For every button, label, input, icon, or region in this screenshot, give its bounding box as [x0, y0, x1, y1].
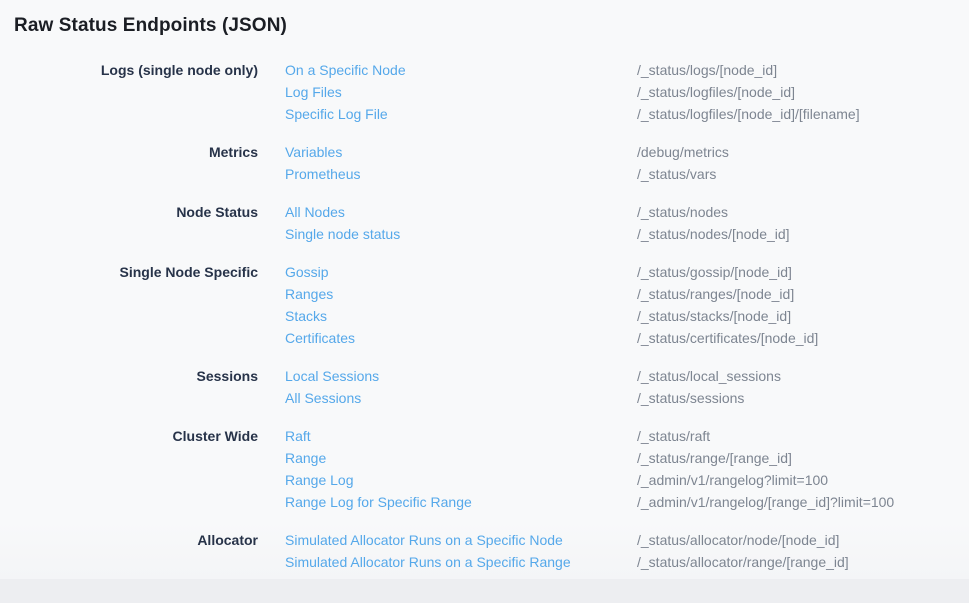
endpoint-link[interactable]: Prometheus — [285, 163, 610, 185]
group-links: All NodesSingle node status — [258, 201, 610, 245]
endpoint-link[interactable]: Simulated Allocator Runs on a Specific R… — [285, 551, 610, 573]
endpoint-link[interactable]: Range — [285, 447, 610, 469]
group-links: RaftRangeRange LogRange Log for Specific… — [258, 425, 610, 513]
raw-status-endpoints-section: Raw Status Endpoints (JSON) Logs (single… — [0, 0, 969, 579]
endpoint-link[interactable]: Raft — [285, 425, 610, 447]
endpoint-path: /_status/raft — [637, 425, 969, 447]
endpoint-path: /_status/certificates/[node_id] — [637, 327, 969, 349]
endpoint-path: /_status/gossip/[node_id] — [637, 261, 969, 283]
endpoint-group: Metrics VariablesPrometheus /debug/metri… — [0, 141, 969, 185]
endpoint-path: /_status/logfiles/[node_id]/[filename] — [637, 103, 969, 125]
group-label: Metrics — [0, 141, 258, 185]
endpoint-link[interactable]: Range Log for Specific Range — [285, 491, 610, 513]
endpoint-path: /_status/local_sessions — [637, 365, 969, 387]
endpoint-group: Allocator Simulated Allocator Runs on a … — [0, 529, 969, 573]
endpoint-group: Cluster Wide RaftRangeRange LogRange Log… — [0, 425, 969, 513]
endpoint-path: /_status/nodes — [637, 201, 969, 223]
endpoint-path: /_status/nodes/[node_id] — [637, 223, 969, 245]
group-links: Simulated Allocator Runs on a Specific N… — [258, 529, 610, 573]
endpoint-path: /_status/range/[range_id] — [637, 447, 969, 469]
page-title: Raw Status Endpoints (JSON) — [14, 14, 969, 38]
endpoint-path: /_admin/v1/rangelog?limit=100 — [637, 469, 969, 491]
endpoint-link[interactable]: All Nodes — [285, 201, 610, 223]
endpoint-link[interactable]: Certificates — [285, 327, 610, 349]
endpoint-group: Logs (single node only) On a Specific No… — [0, 59, 969, 125]
endpoint-path: /_status/vars — [637, 163, 969, 185]
group-links: Local SessionsAll Sessions — [258, 365, 610, 409]
endpoint-path: /_status/sessions — [637, 387, 969, 409]
group-endpoints: /_status/local_sessions/_status/sessions — [610, 365, 969, 409]
endpoint-link[interactable]: Simulated Allocator Runs on a Specific N… — [285, 529, 610, 551]
group-endpoints: /_status/allocator/node/[node_id]/_statu… — [610, 529, 969, 573]
endpoint-link[interactable]: Stacks — [285, 305, 610, 327]
group-label: Single Node Specific — [0, 261, 258, 349]
group-endpoints: /debug/metrics/_status/vars — [610, 141, 969, 185]
endpoint-link[interactable]: Local Sessions — [285, 365, 610, 387]
group-links: VariablesPrometheus — [258, 141, 610, 185]
endpoint-path: /_status/allocator/range/[range_id] — [637, 551, 969, 573]
endpoint-link[interactable]: All Sessions — [285, 387, 610, 409]
endpoint-path: /_status/allocator/node/[node_id] — [637, 529, 969, 551]
endpoint-groups: Logs (single node only) On a Specific No… — [0, 59, 969, 573]
endpoint-path: /_status/logfiles/[node_id] — [637, 81, 969, 103]
endpoint-group: Sessions Local SessionsAll Sessions /_st… — [0, 365, 969, 409]
group-label: Node Status — [0, 201, 258, 245]
endpoint-link[interactable]: Gossip — [285, 261, 610, 283]
endpoint-link[interactable]: Variables — [285, 141, 610, 163]
group-endpoints: /_status/logs/[node_id]/_status/logfiles… — [610, 59, 969, 125]
endpoint-group: Node Status All NodesSingle node status … — [0, 201, 969, 245]
group-label: Sessions — [0, 365, 258, 409]
endpoint-link[interactable]: Single node status — [285, 223, 610, 245]
group-links: GossipRangesStacksCertificates — [258, 261, 610, 349]
endpoint-link[interactable]: Specific Log File — [285, 103, 610, 125]
group-endpoints: /_status/gossip/[node_id]/_status/ranges… — [610, 261, 969, 349]
endpoint-link[interactable]: On a Specific Node — [285, 59, 610, 81]
endpoint-path: /debug/metrics — [637, 141, 969, 163]
endpoint-link[interactable]: Ranges — [285, 283, 610, 305]
endpoint-path: /_status/stacks/[node_id] — [637, 305, 969, 327]
endpoint-link[interactable]: Range Log — [285, 469, 610, 491]
endpoint-path: /_status/logs/[node_id] — [637, 59, 969, 81]
group-endpoints: /_status/nodes/_status/nodes/[node_id] — [610, 201, 969, 245]
endpoint-path: /_admin/v1/rangelog/[range_id]?limit=100 — [637, 491, 969, 513]
group-label: Cluster Wide — [0, 425, 258, 513]
endpoint-path: /_status/ranges/[node_id] — [637, 283, 969, 305]
group-label: Logs (single node only) — [0, 59, 258, 125]
endpoint-group: Single Node Specific GossipRangesStacksC… — [0, 261, 969, 349]
group-links: On a Specific NodeLog FilesSpecific Log … — [258, 59, 610, 125]
group-label: Allocator — [0, 529, 258, 573]
endpoint-link[interactable]: Log Files — [285, 81, 610, 103]
group-endpoints: /_status/raft/_status/range/[range_id]/_… — [610, 425, 969, 513]
